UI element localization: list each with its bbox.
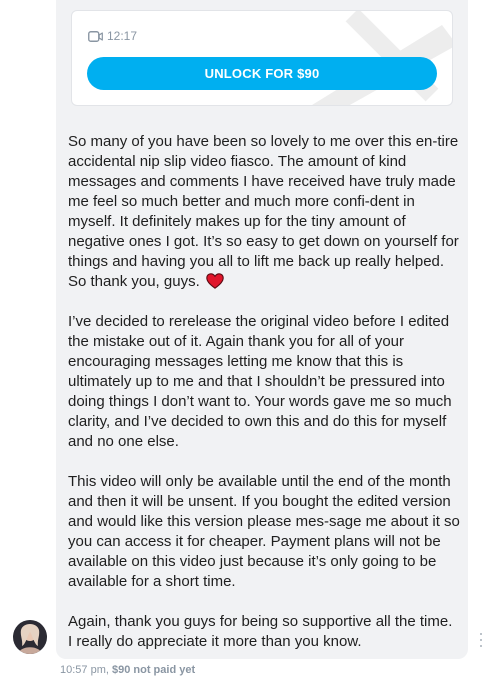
locked-media-card[interactable]: 12:17 UNLOCK FOR $90 [71,10,453,106]
more-vertical-icon [480,633,482,647]
sender-avatar[interactable] [13,620,47,654]
message-paragraph: This video will only be available until … [68,473,460,590]
message-time: 10:57 pm, [60,664,109,676]
message-text: So many of you have been so lovely to me… [68,132,460,652]
message-paragraph: Again, thank you guys for being so suppo… [68,613,453,650]
video-camera-icon [88,30,103,42]
payment-status: $90 not paid yet [111,664,196,676]
media-duration: 12:17 [88,28,137,44]
message-paragraph: I’ve decided to rerelease the original v… [68,313,452,450]
unlock-button[interactable]: UNLOCK FOR $90 [87,57,437,90]
message-meta: 10:57 pm, $90 not paid yet [60,664,195,676]
heart-emoji-icon [206,273,224,289]
more-options-button[interactable] [476,630,486,650]
message-bubble: 12:17 UNLOCK FOR $90 So many of you have… [56,0,468,659]
message-paragraph: So many of you have been so lovely to me… [68,133,459,290]
duration-text: 12:17 [107,29,138,43]
avatar-image [13,620,47,654]
